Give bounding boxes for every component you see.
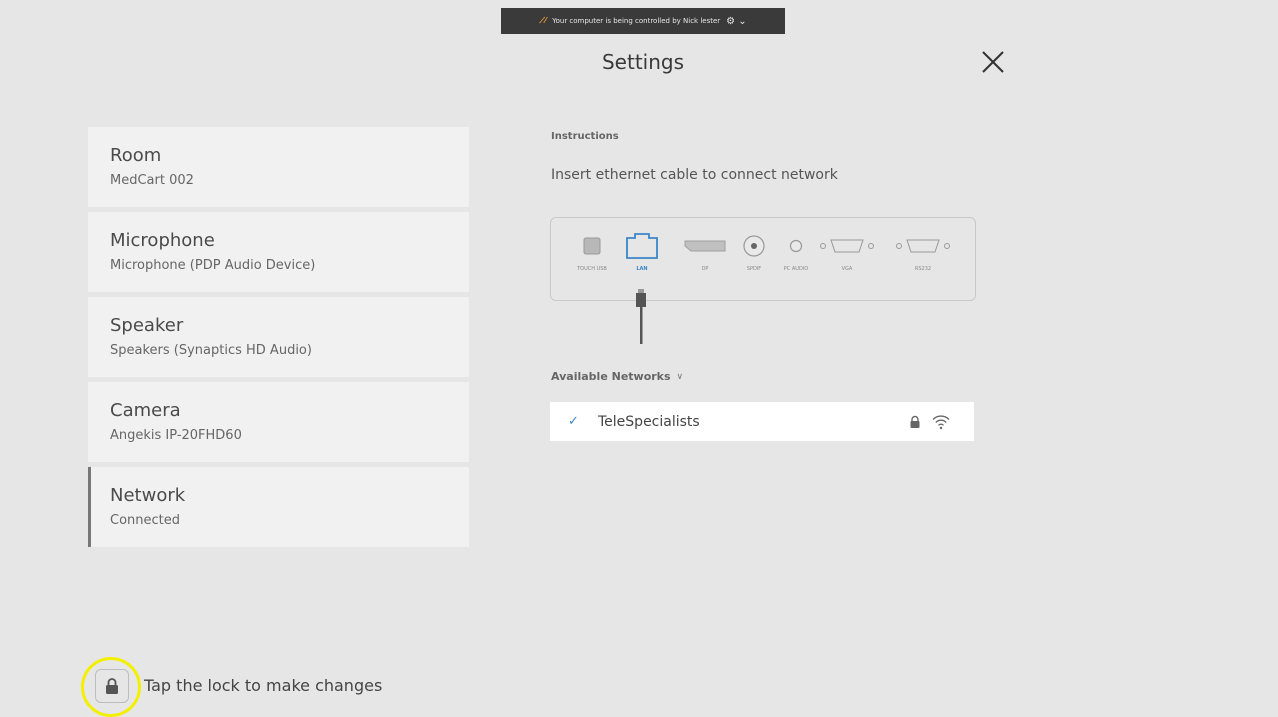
menu-item-value: Speakers (Synaptics HD Audio): [110, 343, 312, 358]
port-spdif: SPDIF: [739, 232, 769, 273]
port-label: SPDIF: [746, 266, 762, 272]
menu-item-value: Microphone (PDP Audio Device): [110, 258, 316, 273]
chevron-down-icon: ∨: [676, 371, 684, 382]
port-pc-audio: PC AUDIO: [781, 232, 811, 273]
lock-instruction-text: Tap the lock to make changes: [144, 676, 383, 695]
remote-app-logo-icon: ⟋⁄: [539, 16, 547, 25]
settings-lock-button[interactable]: [95, 669, 129, 703]
menu-item-label: Speaker: [110, 315, 184, 336]
port-touch-usb: TOUCH USB: [577, 232, 607, 273]
lock-icon: [106, 678, 118, 694]
port-dp: DP: [683, 232, 727, 273]
menu-item-microphone[interactable]: Microphone Microphone (PDP Audio Device): [88, 212, 469, 292]
rs232-port-icon: [896, 239, 950, 253]
menu-item-speaker[interactable]: Speaker Speakers (Synaptics HD Audio): [88, 297, 469, 377]
spdif-port-icon: [743, 235, 765, 257]
menu-item-label: Microphone: [110, 230, 215, 251]
remote-control-text: Your computer is being controlled by Nic…: [552, 17, 721, 25]
menu-item-value: MedCart 002: [110, 173, 194, 188]
settings-menu: Room MedCart 002 Microphone Microphone (…: [88, 127, 469, 552]
instructions-text: Insert ethernet cable to connect network: [551, 167, 838, 183]
menu-item-label: Network: [110, 485, 186, 506]
menu-item-label: Room: [110, 145, 162, 166]
displayport-icon: [684, 240, 726, 252]
menu-item-network[interactable]: Network Connected: [88, 467, 469, 547]
port-lan: LAN: [625, 232, 659, 273]
port-label: TOUCH USB: [577, 266, 607, 272]
port-rs232: RS232: [895, 232, 951, 273]
ethernet-cable-icon: [636, 289, 646, 344]
close-button[interactable]: [978, 47, 1008, 77]
port-label: LAN: [636, 266, 648, 272]
vga-port-icon: [820, 239, 874, 253]
menu-item-value: Angekis IP-20FHD60: [110, 428, 242, 443]
port-label: DP: [701, 266, 709, 272]
instructions-heading: Instructions: [551, 131, 619, 142]
port-panel-diagram: TOUCH USB LAN DP SPDIF PC AUDIO VGA RS23…: [550, 217, 976, 301]
menu-item-camera[interactable]: Camera Angekis IP-20FHD60: [88, 382, 469, 462]
menu-item-room[interactable]: Room MedCart 002: [88, 127, 469, 207]
port-label: PC AUDIO: [783, 266, 809, 272]
port-vga: VGA: [819, 232, 875, 273]
lan-port-icon: [626, 233, 658, 259]
settings-gear-icon[interactable]: ⚙ ⌄: [726, 16, 747, 27]
page-title: Settings: [601, 50, 685, 74]
menu-item-value: Connected: [110, 513, 181, 528]
network-item[interactable]: ✓ TeleSpecialists: [550, 402, 974, 441]
wifi-icon: [932, 414, 950, 429]
port-label: RS232: [914, 266, 932, 272]
available-networks-heading: Available Networks: [551, 370, 671, 383]
lock-icon: [910, 415, 920, 428]
close-icon: [982, 51, 1004, 73]
menu-item-label: Camera: [110, 400, 181, 421]
available-networks-toggle[interactable]: Available Networks ∨: [551, 370, 683, 383]
usb-port-icon: [583, 237, 601, 255]
network-name: TeleSpecialists: [598, 413, 700, 430]
remote-control-banner[interactable]: ⟋⁄ Your computer is being controlled by …: [501, 8, 785, 34]
port-label: VGA: [841, 266, 853, 272]
audio-jack-icon: [789, 239, 803, 253]
check-icon: ✓: [568, 414, 579, 429]
